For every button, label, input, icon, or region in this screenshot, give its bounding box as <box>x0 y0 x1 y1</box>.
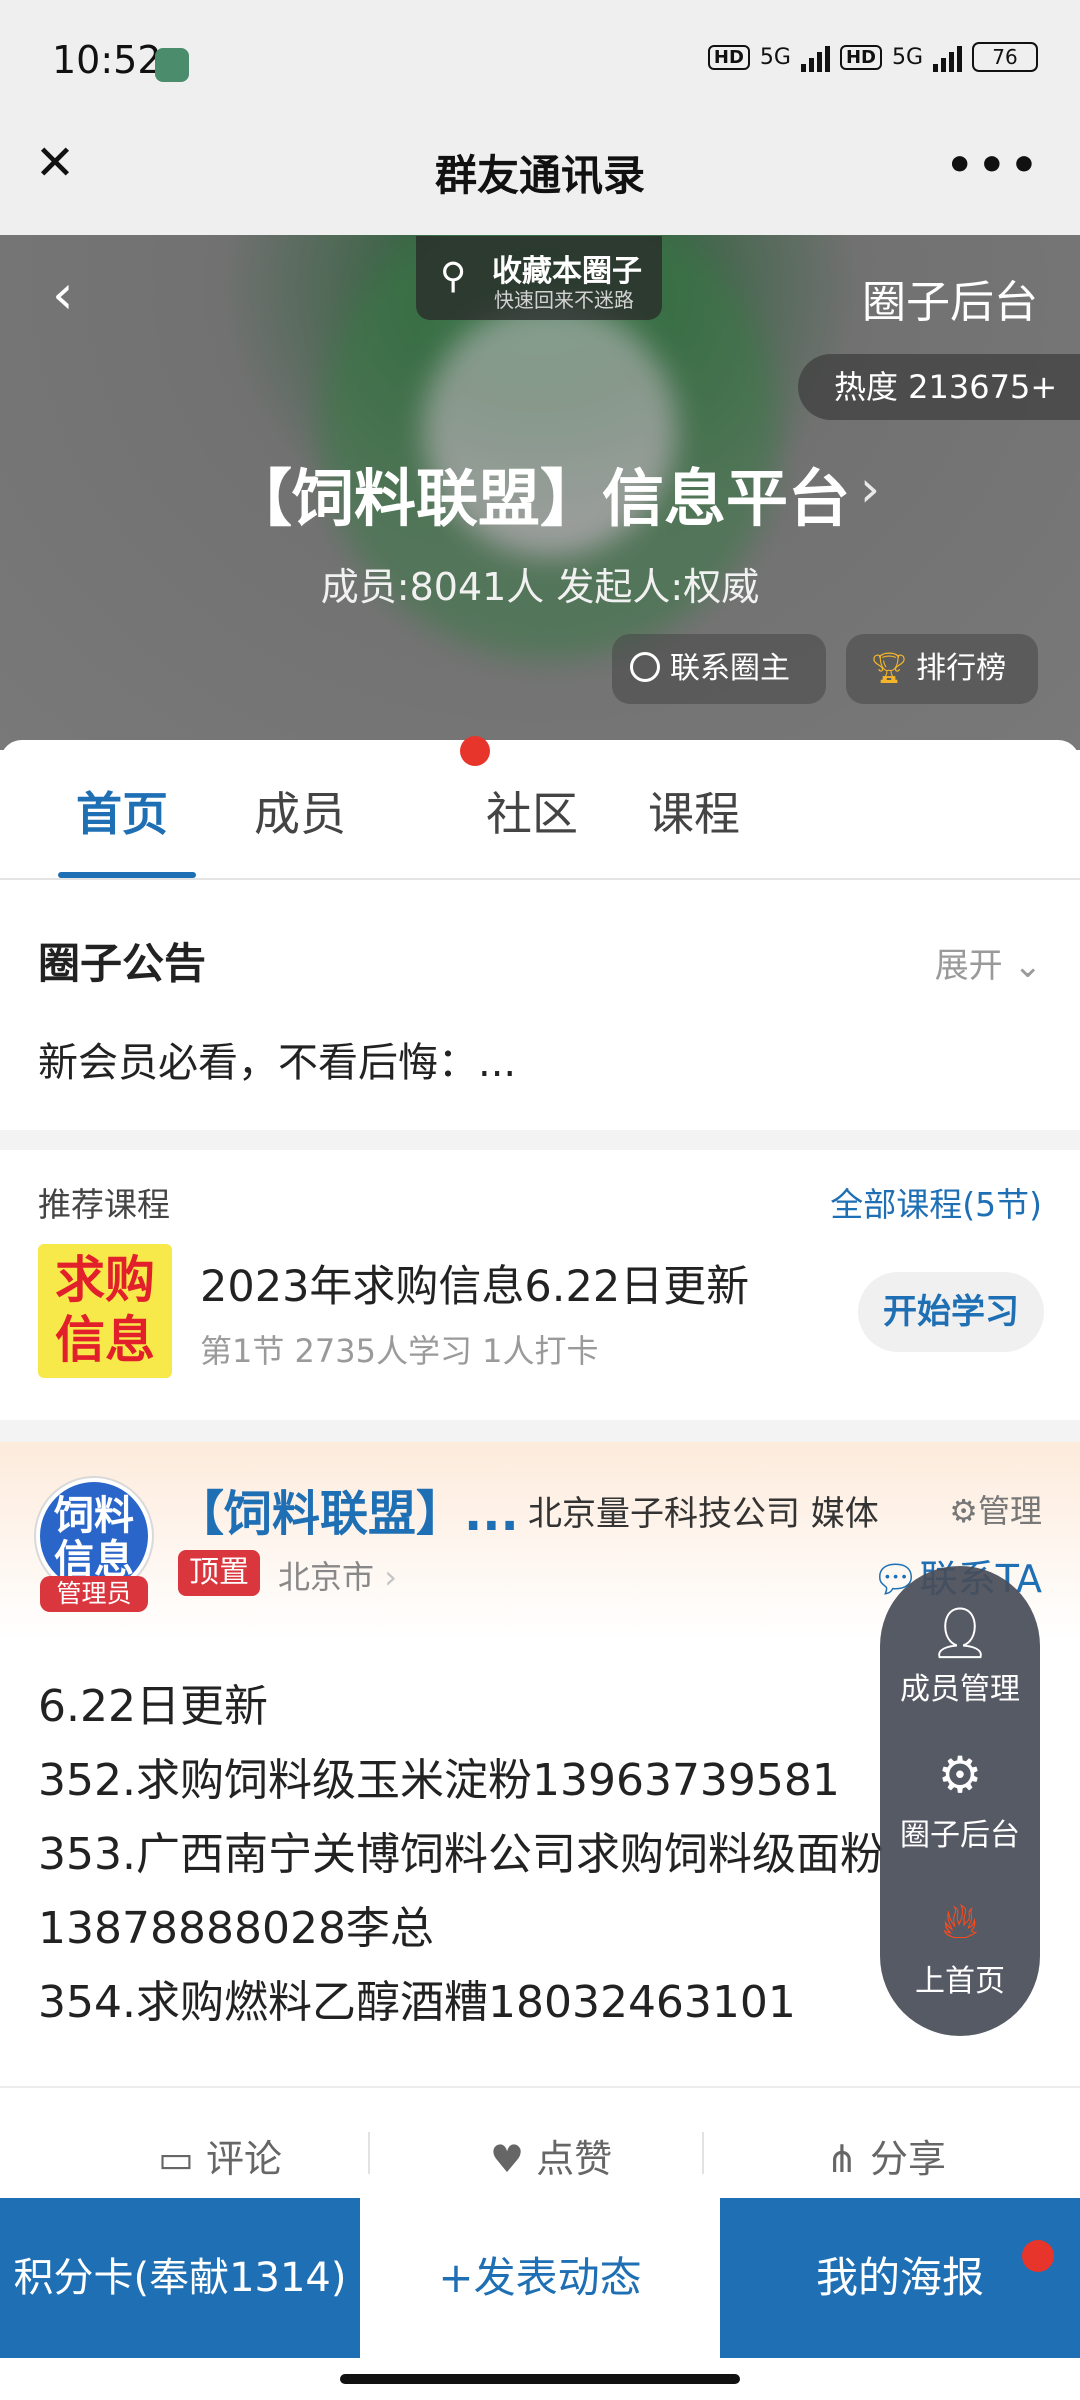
course-thumb-line1: 求购 <box>55 1251 155 1309</box>
status-avatar-icon <box>155 48 189 82</box>
comment-button[interactable]: ▭ 评论 <box>158 2128 282 2183</box>
post-line: 354.求购燃料乙醇酒糟18032463101 <box>38 1977 796 2028</box>
network-type-2: 5G <box>891 44 923 70</box>
ranking-label: 排行榜 <box>916 651 1007 686</box>
admin-badge: 管理员 <box>40 1576 148 1612</box>
signal-icon-2 <box>933 42 962 72</box>
recommend-title: 推荐课程 <box>38 1185 170 1224</box>
trophy-icon: 🏆︎ <box>870 651 909 686</box>
tab-courses[interactable]: 课程 <box>648 778 740 844</box>
manage-button[interactable]: ⚙管理 <box>949 1486 1042 1532</box>
tab-home[interactable]: 首页 <box>76 778 168 844</box>
to-front-label[interactable]: 上首页 <box>880 1956 1040 2000</box>
post-line: 353.广西南宁关博饲料公司求购饲料级面粉 <box>38 1829 884 1880</box>
expand-label: 展开 <box>934 946 1003 986</box>
circle-backend-label[interactable]: 圈子后台 <box>880 1810 1040 1854</box>
action-separator <box>368 2132 370 2174</box>
heat-badge[interactable]: 热度 213675+ <box>798 354 1080 420</box>
manage-label: 管理 <box>977 1492 1042 1530</box>
post-author-name[interactable]: 【饲料联盟】... <box>176 1474 519 1544</box>
post-line: 6.22日更新 <box>38 1681 268 1732</box>
like-label: 点赞 <box>536 2137 613 2181</box>
avatar-line1: 饲料 <box>54 1493 134 1539</box>
more-icon[interactable]: ••• <box>946 140 1042 191</box>
status-time: 10:52 <box>52 38 162 82</box>
section-divider <box>0 1130 1080 1150</box>
circle-backend-link[interactable]: 圈子后台 <box>862 266 1038 330</box>
points-card-button[interactable]: 积分卡(奉献1314) <box>0 2198 360 2358</box>
chevron-right-icon[interactable]: › <box>860 460 880 518</box>
notice-expand-button[interactable]: 展开 ⌄ <box>935 938 1042 987</box>
like-button[interactable]: ♥ 点赞 <box>490 2128 612 2183</box>
signal-icon <box>800 42 830 72</box>
battery-icon: 76 <box>972 42 1038 72</box>
heart-icon: ♥ <box>490 2137 525 2181</box>
gear-icon: ⚙ <box>949 1492 978 1530</box>
ranking-button[interactable]: 🏆︎ 排行榜 <box>846 634 1038 704</box>
page-title: 群友通讯录 <box>434 151 645 200</box>
contact-owner-button[interactable]: 联系圈主 <box>612 634 826 704</box>
tab-community[interactable]: 社区 <box>486 778 578 844</box>
active-tab-indicator <box>58 872 196 878</box>
start-study-button[interactable]: 开始学习 <box>858 1272 1044 1352</box>
course-meta: 第1节 2735人学习 1人打卡 <box>200 1332 599 1370</box>
chevron-down-icon: ⌄ <box>1013 946 1043 986</box>
network-type: 5G <box>759 44 791 70</box>
share-label: 分享 <box>869 2137 946 2181</box>
all-courses-link[interactable]: 全部课程(5节) <box>830 1178 1042 1226</box>
hd-badge-2: HD <box>839 44 882 70</box>
course-thumbnail[interactable]: 求购 信息 <box>38 1244 172 1378</box>
link-icon: ⚲ <box>440 256 467 297</box>
circle-name[interactable]: 【饲料联盟】信息平台 <box>0 448 1080 538</box>
action-separator <box>702 2132 704 2174</box>
notice-title: 圈子公告 <box>38 939 207 988</box>
my-poster-button[interactable]: 我的海报 <box>720 2198 1080 2358</box>
notification-dot <box>460 736 490 766</box>
member-manage-icon[interactable]: 👤︎ <box>880 1604 1040 1663</box>
post-author-org: 北京量子科技公司 媒体 <box>528 1494 879 1534</box>
chevron-right-icon: › <box>384 1558 397 1596</box>
status-indicators: HD 5G HD 5G 76 <box>707 42 1038 72</box>
circle-members-info: 成员:8041人 发起人:权威 <box>320 565 760 609</box>
notice-text[interactable]: 新会员必看，不看后悔：... <box>38 1030 516 1088</box>
flame-icon[interactable]: 🔥︎ <box>880 1892 1040 1951</box>
back-arrow-icon[interactable]: ‹ <box>52 263 74 326</box>
share-button[interactable]: ⋔ 分享 <box>826 2128 946 2183</box>
post-line: 13878888028李总 <box>38 1903 434 1954</box>
share-icon: ⋔ <box>826 2137 858 2181</box>
hd-badge: HD <box>707 44 750 70</box>
tab-members[interactable]: 成员 <box>254 778 346 844</box>
collect-subtitle: 快速回来不迷路 <box>494 288 634 312</box>
chat-icon <box>630 651 660 682</box>
gear-icon[interactable]: ⚙ <box>880 1746 1040 1804</box>
member-manage-label[interactable]: 成员管理 <box>880 1664 1040 1708</box>
post-divider <box>0 2086 1080 2088</box>
home-indicator[interactable] <box>340 2374 740 2384</box>
post-location[interactable]: 北京市 › <box>278 1552 397 1598</box>
section-divider-2 <box>0 1420 1080 1442</box>
comment-label: 评论 <box>206 2137 283 2181</box>
publish-post-button[interactable]: +发表动态 <box>360 2198 720 2358</box>
course-thumb-line2: 信息 <box>55 1311 155 1369</box>
course-name[interactable]: 2023年求购信息6.22日更新 <box>200 1252 749 1314</box>
notification-dot <box>1022 2240 1054 2272</box>
comment-icon: ▭ <box>158 2137 194 2181</box>
location-label: 北京市 <box>278 1558 375 1596</box>
post-line: 352.求购饲料级玉米淀粉13963739581 <box>38 1755 840 1806</box>
pinned-badge: 顶置 <box>178 1550 260 1596</box>
contact-owner-label: 联系圈主 <box>670 651 790 686</box>
